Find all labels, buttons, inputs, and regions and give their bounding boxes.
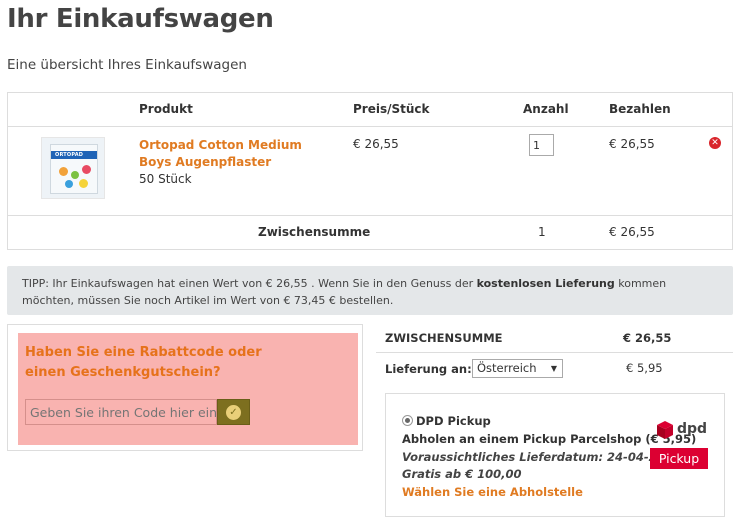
product-image[interactable]: ORTOPAD [41,137,105,199]
dpd-cube-icon [657,421,673,439]
totals-subtotal-value: € 26,55 [623,331,672,345]
page-subtitle: Eine übersicht Ihres Einkaufswagen [7,57,247,73]
coupon-code-input[interactable] [25,399,217,425]
select-pickup-point-link[interactable]: Wählen Sie eine Abholstelle [402,485,583,499]
coupon-title: Haben Sie eine Rabattcode oder einen Ges… [25,345,262,380]
subtotal-quantity: 1 [538,225,546,239]
shipping-delivery-date: Voraussichtliches Lieferdatum: 24-04-201… [402,450,681,464]
coupon-panel: Haben Sie eine Rabattcode oder einen Ges… [7,324,363,451]
totals-subtotal-label: ZWISCHENSUMME [385,331,503,345]
divider [8,126,732,127]
cart-table: Produkt Preis/Stück Anzahl Bezahlen ORTO… [7,92,733,250]
header-total: Bezahlen [609,102,671,116]
product-price: € 26,55 [353,137,399,151]
free-shipping-tip: TIPP: Ihr Einkaufswagen hat einen Wert v… [7,266,733,315]
remove-item-icon[interactable]: ✕ [709,137,721,149]
quantity-input[interactable] [529,134,554,156]
dpd-logo-text: dpd [677,421,708,437]
shipping-radio[interactable] [402,415,413,426]
page-title: Ihr Einkaufswagen [7,4,274,34]
product-name-link[interactable]: Ortopad Cotton Medium Boys Augenpflaster [139,137,319,171]
shipping-option-box: DPD Pickup Abholen an einem Pickup Parce… [385,393,725,517]
caret-down-icon: ▼ [550,364,557,373]
dpd-logo: dpd [656,420,708,442]
tip-text-bold: kostenlosen Lieferung [476,277,615,290]
coupon-box: Haben Sie eine Rabattcode oder einen Ges… [18,333,358,445]
delivery-label: Lieferung an: [385,362,472,376]
subtotal-amount: € 26,55 [609,225,655,239]
shipping-description: Abholen an einem Pickup Parcelshop (€ 5,… [402,432,697,446]
shipping-free-from: Gratis ab € 100,00 [402,467,522,481]
header-quantity: Anzahl [523,102,569,116]
header-product: Produkt [139,102,193,116]
product-variant: 50 Stück [139,172,192,186]
delivery-country-value: Österreich [477,361,537,375]
coupon-submit-button[interactable]: ✓ [217,399,250,425]
shipping-name: DPD Pickup [416,414,491,428]
delivery-cost: € 5,95 [626,361,663,375]
product-total: € 26,55 [609,137,655,151]
check-icon: ✓ [226,405,241,420]
header-price: Preis/Stück [353,102,430,116]
delivery-country-select[interactable]: Österreich ▼ [472,359,563,378]
pickup-badge: Pickup [650,448,708,469]
product-brand-label: ORTOPAD [55,152,84,158]
divider [376,352,733,353]
subtotal-label: Zwischensumme [258,225,371,239]
divider [8,215,732,216]
tip-text-start: TIPP: Ihr Einkaufswagen hat einen Wert v… [22,277,477,290]
